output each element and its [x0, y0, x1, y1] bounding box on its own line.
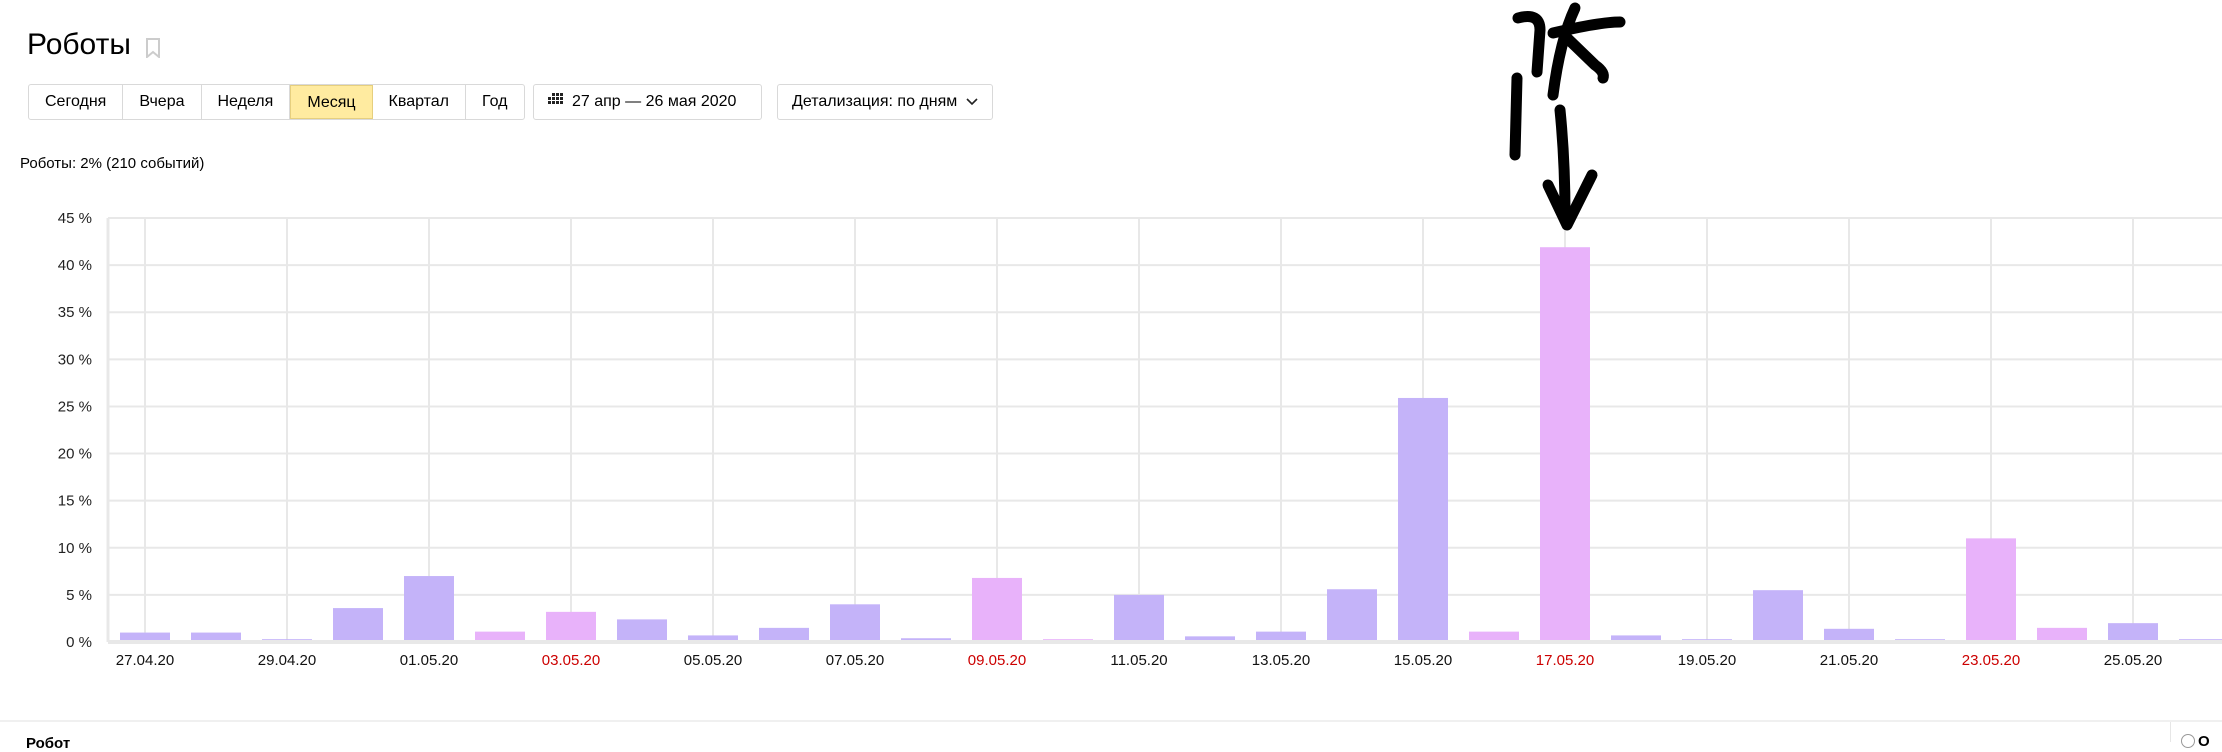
bar-20.05.20	[1753, 590, 1803, 640]
bar-28.04.20	[191, 632, 241, 640]
bar-03.05.20	[546, 611, 596, 640]
x-tick-label: 29.04.20	[258, 652, 316, 669]
handwritten-stroke	[1512, 11, 1546, 78]
bar-13.05.20	[1256, 631, 1306, 640]
divider	[2170, 722, 2171, 742]
handwritten-stroke	[1547, 2, 1581, 101]
x-tick-label: 09.05.20	[968, 652, 1026, 669]
x-tick-label: 11.05.20	[1110, 652, 1167, 669]
bar-16.05.20	[1469, 631, 1519, 640]
handwritten-stroke	[1509, 72, 1523, 161]
y-tick-label: 45 %	[58, 210, 92, 227]
bar-07.05.20	[830, 604, 880, 640]
bar-30.04.20	[333, 608, 383, 640]
y-tick-label: 40 %	[58, 257, 92, 274]
x-tick-label: 07.05.20	[826, 652, 884, 669]
x-tick-label: 05.05.20	[684, 652, 742, 669]
bar-18.05.20	[1611, 635, 1661, 640]
y-tick-label: 5 %	[66, 587, 92, 604]
divider	[0, 720, 2222, 722]
x-tick-label: 13.05.20	[1252, 652, 1310, 669]
y-tick-label: 10 %	[58, 540, 92, 557]
bar-14.05.20	[1327, 589, 1377, 640]
bar-05.05.20	[688, 635, 738, 640]
y-tick-label: 0 %	[66, 634, 92, 651]
bar-19.05.20	[1682, 639, 1732, 640]
bar-08.05.20	[901, 638, 951, 640]
x-tick-label: 17.05.20	[1536, 652, 1594, 669]
x-tick-label: 25.05.20	[2104, 652, 2162, 669]
bar-29.04.20	[262, 639, 312, 640]
y-tick-label: 30 %	[58, 351, 92, 368]
x-tick-label: 19.05.20	[1678, 652, 1736, 669]
bar-26.05.20	[2179, 639, 2222, 640]
y-tick-label: 35 %	[58, 304, 92, 321]
x-tick-label: 01.05.20	[400, 652, 458, 669]
bar-27.04.20	[120, 632, 170, 640]
bar-12.05.20	[1185, 636, 1235, 640]
bar-15.05.20	[1398, 397, 1448, 640]
x-tick-label: 21.05.20	[1820, 652, 1878, 669]
x-tick-label: 23.05.20	[1962, 652, 2020, 669]
table-header-robot: Робот	[26, 735, 71, 752]
bar-04.05.20	[617, 619, 667, 640]
radio-button[interactable]	[2181, 734, 2195, 748]
bar-02.05.20	[475, 631, 525, 640]
bar-24.05.20	[2037, 627, 2087, 640]
y-tick-label: 15 %	[58, 493, 92, 510]
bar-11.05.20	[1114, 594, 1164, 640]
y-tick-label: 25 %	[58, 398, 92, 415]
bar-01.05.20	[404, 576, 454, 640]
bar-22.05.20	[1895, 639, 1945, 640]
x-tick-label: 15.05.20	[1394, 652, 1452, 669]
bar-10.05.20	[1043, 639, 1093, 640]
bar-17.05.20	[1540, 247, 1590, 640]
annotation-arrow	[1509, 2, 1626, 231]
bar-23.05.20	[1966, 538, 2016, 640]
bar-chart: 0 % 5 % 10 % 15 % 20 % 25 % 30 % 35 % 40 % 45 % 27…	[58, 2, 2222, 669]
bar-21.05.20	[1824, 628, 1874, 640]
x-tick-label: 03.05.20	[542, 652, 600, 669]
bar-25.05.20	[2108, 623, 2158, 640]
x-tick-label: 27.04.20	[116, 652, 174, 669]
bar-06.05.20	[759, 627, 809, 640]
bar-09.05.20	[972, 577, 1022, 640]
y-tick-label: 20 %	[58, 446, 92, 463]
handwritten-stroke	[1560, 31, 1609, 84]
